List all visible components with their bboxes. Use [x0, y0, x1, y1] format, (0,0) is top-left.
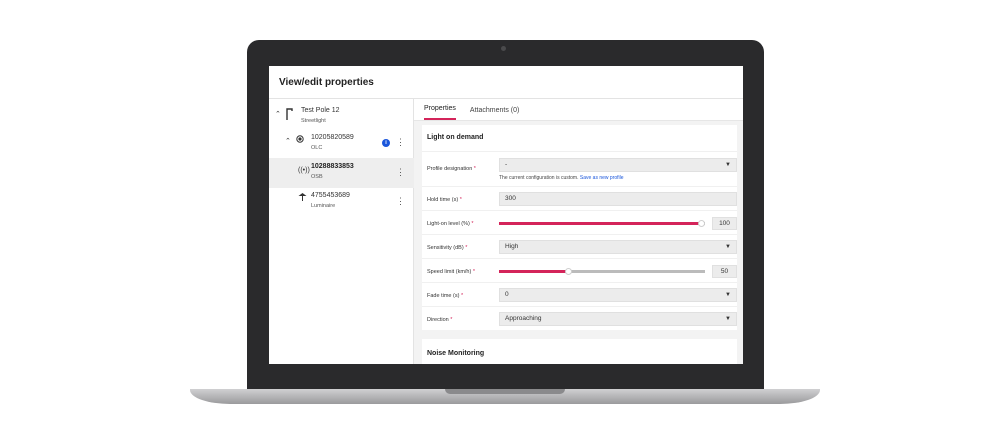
hold-time-label: Hold time (s) *	[427, 197, 462, 203]
laptop-screen: View/edit properties ⌃ Test Pole 12 Stre…	[269, 66, 743, 364]
laptop-mockup: View/edit properties ⌃ Test Pole 12 Stre…	[0, 0, 1000, 445]
chevron-up-icon[interactable]: ⌃	[285, 137, 291, 145]
sensitivity-select[interactable]: High ▼	[499, 240, 737, 254]
direction-select[interactable]: Approaching ▼	[499, 312, 737, 326]
divider	[422, 186, 737, 187]
light-on-level-slider[interactable]	[499, 220, 705, 227]
chevron-up-icon[interactable]: ⌃	[275, 110, 281, 118]
info-icon[interactable]: i	[382, 139, 390, 147]
custom-config-hint: The current configuration is custom. Sav…	[499, 175, 624, 181]
dropdown-caret-icon: ▼	[725, 316, 731, 322]
fade-time-label: Fade time (s) *	[427, 293, 464, 299]
light-on-demand-card: Light on demand Profile designation * - …	[422, 125, 737, 330]
sensitivity-label: Sensitivity (dB) *	[427, 245, 468, 251]
tree-node-osb[interactable]: ((•)) 10288833853 OSB ⋮	[269, 158, 414, 188]
hold-time-input[interactable]: 300	[499, 192, 737, 206]
divider	[422, 234, 737, 235]
laptop-lid: View/edit properties ⌃ Test Pole 12 Stre…	[247, 40, 764, 392]
tree-node-type: Luminaire	[311, 203, 336, 209]
luminaire-icon	[298, 192, 307, 204]
dropdown-caret-icon: ▼	[725, 292, 731, 298]
divider	[422, 210, 737, 211]
slider-fill	[499, 270, 567, 273]
dropdown-caret-icon: ▼	[725, 162, 731, 168]
profile-designation-select[interactable]: - ▼	[499, 158, 737, 172]
fade-time-select[interactable]: 0 ▼	[499, 288, 737, 302]
divider	[422, 306, 737, 307]
tree-node-name: Test Pole 12	[301, 107, 340, 114]
olc-icon	[296, 135, 304, 145]
profile-designation-label: Profile designation *	[427, 166, 476, 172]
divider	[422, 151, 737, 152]
tree-node-name: 10288833853	[311, 163, 354, 170]
section-title: Light on demand	[427, 134, 484, 141]
light-on-level-value[interactable]: 100	[712, 217, 737, 230]
slider-thumb[interactable]	[565, 268, 572, 275]
app-header: View/edit properties	[269, 66, 743, 99]
page-title: View/edit properties	[279, 76, 374, 88]
noise-monitoring-card: Noise Monitoring	[422, 339, 737, 364]
more-options-icon[interactable]: ⋮	[396, 137, 405, 148]
tree-node-type: OSB	[311, 174, 323, 180]
save-as-new-profile-link[interactable]: Save as new profile	[580, 175, 624, 181]
direction-label: Direction *	[427, 317, 453, 323]
tab-properties[interactable]: Properties	[424, 105, 456, 120]
slider-thumb[interactable]	[698, 220, 705, 227]
dropdown-caret-icon: ▼	[725, 244, 731, 250]
tab-bar: Properties Attachments (0)	[414, 99, 743, 121]
sensor-icon: ((•))	[298, 167, 310, 174]
divider	[422, 258, 737, 259]
more-options-icon[interactable]: ⋮	[396, 167, 405, 178]
slider-fill	[499, 222, 699, 225]
speed-limit-slider[interactable]	[499, 268, 705, 275]
laptop-notch	[445, 389, 565, 394]
more-options-icon[interactable]: ⋮	[396, 196, 405, 207]
section-title: Noise Monitoring	[427, 350, 485, 357]
app-body: ⌃ Test Pole 12 Streetlight ⌃ 10205820589	[269, 99, 743, 364]
speed-limit-label: Speed limit (km/h) *	[427, 269, 475, 275]
tree-node-name: 10205820589	[311, 134, 354, 141]
device-tree: ⌃ Test Pole 12 Streetlight ⌃ 10205820589	[269, 99, 414, 364]
tree-node-olc[interactable]: ⌃ 10205820589 OLC i ⋮	[269, 129, 414, 159]
properties-panel: Properties Attachments (0) Light on dema…	[414, 99, 743, 364]
light-on-level-label: Light-on level (%) *	[427, 221, 474, 227]
tree-node-type: Streetlight	[301, 118, 326, 124]
tree-node-luminaire[interactable]: 4755453689 Luminaire ⋮	[269, 188, 414, 218]
speed-limit-value[interactable]: 50	[712, 265, 737, 278]
tree-node-name: 4755453689	[311, 192, 350, 199]
streetlight-icon	[285, 107, 294, 122]
tree-node-type: OLC	[311, 145, 323, 151]
camera-dot	[501, 46, 506, 51]
divider	[422, 282, 737, 283]
tab-attachments[interactable]: Attachments (0)	[470, 107, 519, 120]
